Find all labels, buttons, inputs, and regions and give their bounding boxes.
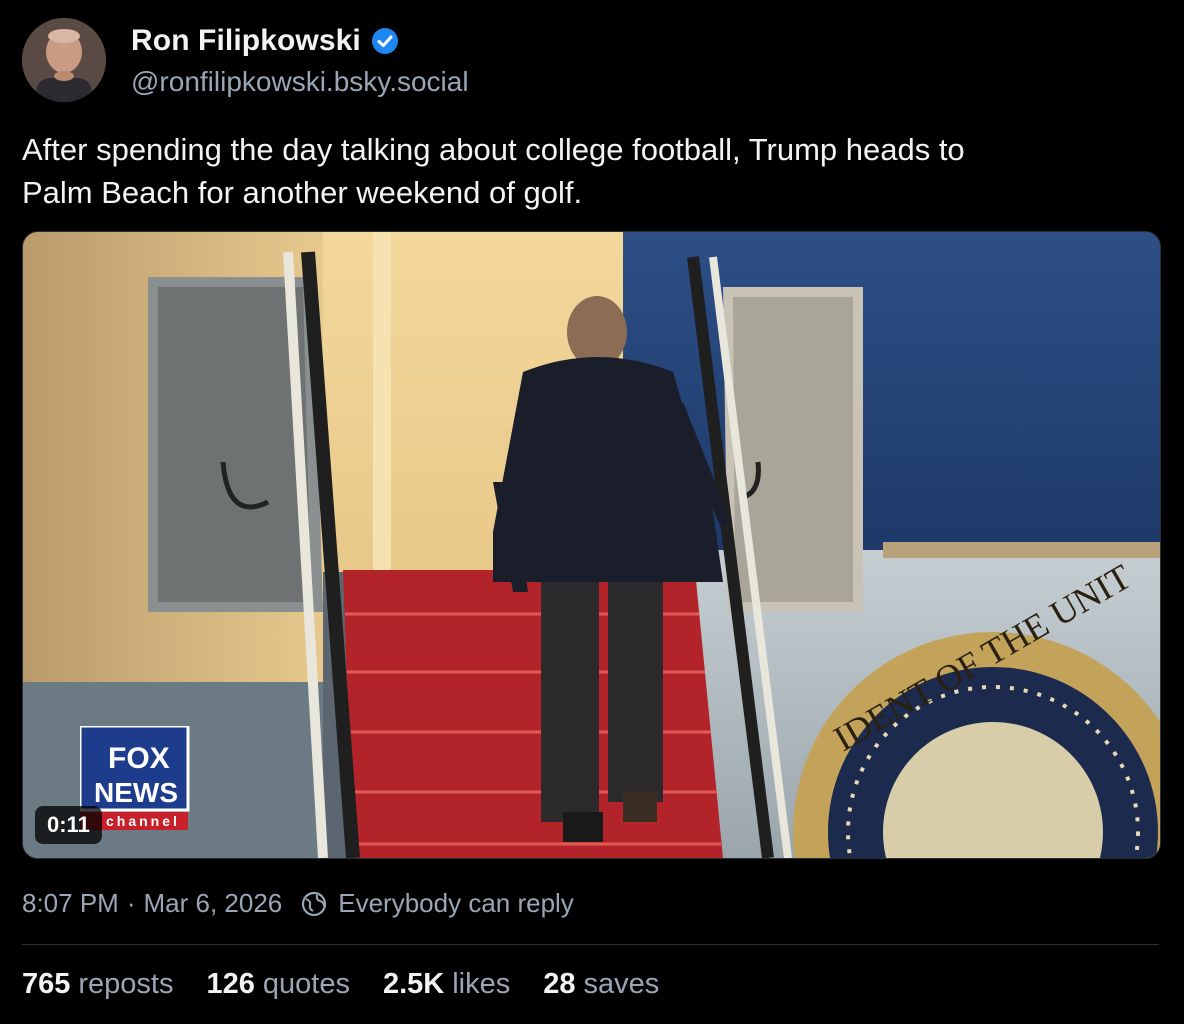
avatar[interactable] <box>22 18 106 102</box>
fox-news-logo: FOX NEWS channel <box>80 726 190 830</box>
post-date[interactable]: Mar 6, 2026 <box>144 888 283 919</box>
avatar-image <box>22 18 106 102</box>
post-time[interactable]: 8:07 PM <box>22 888 119 919</box>
svg-text:NEWS: NEWS <box>94 777 178 808</box>
reply-setting-icon <box>300 890 328 918</box>
author-handle[interactable]: @ronfilipkowski.bsky.social <box>131 66 469 98</box>
author-name[interactable]: Ron Filipkowski <box>131 24 361 58</box>
svg-text:FOX: FOX <box>108 742 170 775</box>
stat-saves[interactable]: 28 saves <box>543 968 659 1001</box>
post-meta: 8:07 PM · Mar 6, 2026 Everybody can repl… <box>22 888 574 919</box>
video-frame: IDENT OF THE UNIT <box>23 232 1160 858</box>
post-text: After spending the day talking about col… <box>22 128 1152 214</box>
video-duration-badge: 0:11 <box>35 806 102 844</box>
meta-separator: · <box>126 888 136 918</box>
post-stats: 765 reposts 126 quotes 2.5K likes 28 saves <box>22 968 692 1001</box>
post-container: Ron Filipkowski @ronfilipkowski.bsky.soc… <box>0 0 1184 1024</box>
stat-quotes[interactable]: 126 quotes <box>207 968 350 1001</box>
reply-setting-label[interactable]: Everybody can reply <box>338 888 574 919</box>
post-text-line-1: After spending the day talking about col… <box>22 132 965 167</box>
video-player[interactable]: IDENT OF THE UNIT FOX NEWS channel <box>22 231 1161 859</box>
verified-badge-icon <box>371 27 399 55</box>
svg-text:channel: channel <box>106 813 180 829</box>
author-name-row: Ron Filipkowski <box>131 24 399 58</box>
stat-reposts[interactable]: 765 reposts <box>22 968 174 1001</box>
stat-likes[interactable]: 2.5K likes <box>383 968 510 1001</box>
post-text-line-2: Palm Beach for another weekend of golf. <box>22 175 583 210</box>
divider <box>22 944 1159 945</box>
